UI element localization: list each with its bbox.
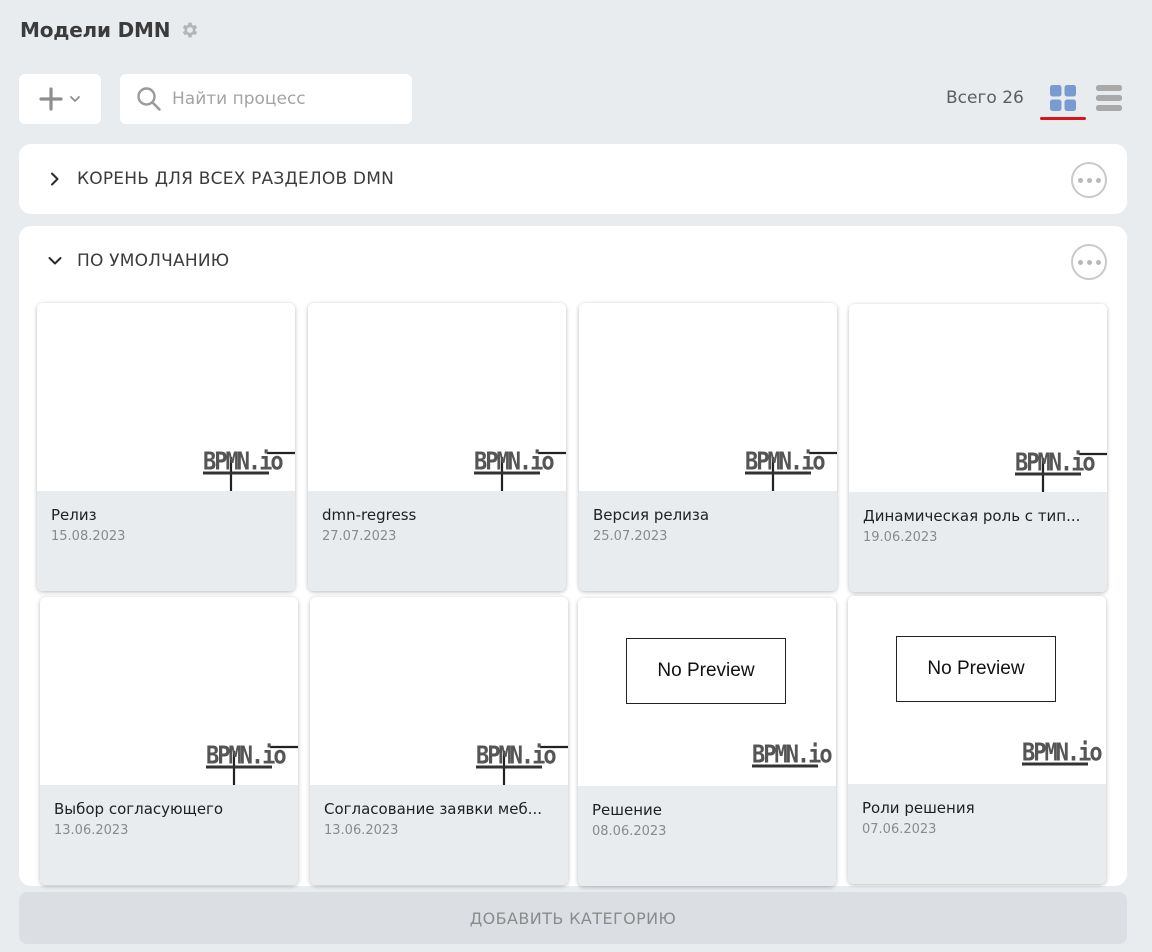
- card-meta: Согласование заявки меб... 13.06.2023: [310, 785, 568, 885]
- model-card[interactable]: BPMN.io Динамическая роль с тип... 19.06.2…: [849, 304, 1107, 592]
- card-name: Согласование заявки меб...: [324, 800, 543, 818]
- card-preview: BPMN.io: [579, 303, 837, 491]
- chevron-right-icon[interactable]: [47, 171, 63, 187]
- category-header[interactable]: КОРЕНЬ ДЛЯ ВСЕХ РАЗДЕЛОВ DMN: [19, 144, 1127, 214]
- category-header[interactable]: ПО УМОЛЧАНИЮ: [19, 226, 1127, 296]
- card-date: 25.07.2023: [593, 529, 668, 544]
- svg-text:BPMN.io: BPMN.io: [476, 740, 556, 770]
- card-preview: No Preview BPMN.io: [578, 598, 836, 786]
- category-panel: ПО УМОЛЧАНИЮ BPMN.io Релиз 15.08.2023 BPMN.…: [19, 226, 1127, 886]
- total-count: Всего 26: [946, 88, 1024, 108]
- model-card[interactable]: BPMN.io dmn-regress 27.07.2023: [308, 303, 566, 591]
- card-date: 13.06.2023: [324, 823, 399, 838]
- svg-text:BPMN.io: BPMN.io: [745, 446, 825, 476]
- card-preview: BPMN.io: [310, 597, 568, 785]
- category-title: ПО УМОЛЧАНИЮ: [77, 251, 230, 271]
- card-preview: BPMN.io: [37, 303, 295, 491]
- model-card[interactable]: BPMN.io Согласование заявки меб... 13.06.2…: [310, 597, 568, 885]
- card-name: Выбор согласующего: [54, 800, 224, 818]
- plus-icon: [39, 87, 63, 111]
- model-card[interactable]: BPMN.io Релиз 15.08.2023: [37, 303, 295, 591]
- card-date: 08.06.2023: [592, 824, 667, 839]
- search-box[interactable]: [120, 74, 412, 124]
- card-name: Версия релиза: [593, 506, 710, 524]
- card-meta: Роли решения 07.06.2023: [848, 784, 1106, 884]
- card-date: 13.06.2023: [54, 823, 129, 838]
- card-meta: Решение 08.06.2023: [578, 786, 836, 886]
- card-meta: Выбор согласующего 13.06.2023: [40, 785, 298, 885]
- model-card[interactable]: BPMN.io Версия релиза 25.07.2023: [579, 303, 837, 591]
- no-preview-box: No Preview: [896, 636, 1056, 702]
- svg-text:BPMN.io: BPMN.io: [1015, 447, 1095, 477]
- chevron-down-icon: [70, 96, 80, 102]
- page-title: Модели DMN: [20, 18, 171, 42]
- list-view-button[interactable]: [1094, 84, 1124, 112]
- bpmn-logo: BPMN.io: [745, 443, 837, 491]
- svg-text:BPMN.io: BPMN.io: [474, 446, 554, 476]
- bpmn-logo: BPMN.io: [476, 737, 568, 785]
- svg-text:BPMN.io: BPMN.io: [752, 739, 832, 769]
- grid-view-icon: [1050, 85, 1076, 111]
- no-preview-box: No Preview: [626, 638, 786, 704]
- more-options-button[interactable]: [1071, 162, 1107, 198]
- card-date: 15.08.2023: [51, 529, 126, 544]
- bpmn-logo: BPMN.io: [1022, 734, 1106, 782]
- card-date: 19.06.2023: [863, 530, 938, 545]
- add-category-button[interactable]: ДОБАВИТЬ КАТЕГОРИЮ: [19, 892, 1127, 944]
- card-preview: BPMN.io: [40, 597, 298, 785]
- card-preview: BPMN.io: [849, 304, 1107, 492]
- card-preview: BPMN.io: [308, 303, 566, 491]
- model-card[interactable]: BPMN.io Выбор согласующего 13.06.2023: [40, 597, 298, 885]
- bpmn-logo: BPMN.io: [206, 737, 298, 785]
- category-title: КОРЕНЬ ДЛЯ ВСЕХ РАЗДЕЛОВ DMN: [77, 169, 395, 189]
- bpmn-logo: BPMN.io: [752, 736, 836, 784]
- gear-icon[interactable]: [180, 20, 200, 40]
- bpmn-logo: BPMN.io: [1015, 444, 1107, 492]
- card-preview: No Preview BPMN.io: [848, 596, 1106, 784]
- svg-text:BPMN.io: BPMN.io: [1022, 737, 1102, 767]
- bpmn-logo: BPMN.io: [474, 443, 566, 491]
- card-meta: Динамическая роль с тип... 19.06.2023: [849, 492, 1107, 592]
- add-button[interactable]: [19, 74, 101, 124]
- svg-text:BPMN.io: BPMN.io: [203, 446, 283, 476]
- card-meta: Релиз 15.08.2023: [37, 491, 295, 591]
- card-name: Решение: [592, 801, 663, 819]
- model-card[interactable]: No Preview BPMN.io Роли решения 07.06.2023: [848, 596, 1106, 884]
- search-icon: [137, 87, 161, 111]
- search-input[interactable]: [172, 89, 402, 109]
- card-meta: Версия релиза 25.07.2023: [579, 491, 837, 591]
- bpmn-logo: BPMN.io: [203, 443, 295, 491]
- card-name: Роли решения: [862, 799, 975, 817]
- list-view-icon: [1096, 85, 1122, 111]
- card-meta: dmn-regress 27.07.2023: [308, 491, 566, 591]
- page-header: Модели DMN: [20, 18, 200, 42]
- svg-text:BPMN.io: BPMN.io: [206, 740, 286, 770]
- model-card[interactable]: No Preview BPMN.io Решение 08.06.2023: [578, 598, 836, 886]
- card-name: dmn-regress: [322, 506, 417, 524]
- grid-view-button[interactable]: [1040, 80, 1086, 120]
- card-date: 27.07.2023: [322, 529, 397, 544]
- chevron-down-icon[interactable]: [47, 253, 63, 269]
- active-view-indicator: [1040, 117, 1086, 120]
- card-name: Динамическая роль с тип...: [863, 507, 1081, 525]
- more-options-button[interactable]: [1071, 244, 1107, 280]
- card-name: Релиз: [51, 506, 97, 524]
- category-panel: КОРЕНЬ ДЛЯ ВСЕХ РАЗДЕЛОВ DMN: [19, 144, 1127, 214]
- card-date: 07.06.2023: [862, 822, 937, 837]
